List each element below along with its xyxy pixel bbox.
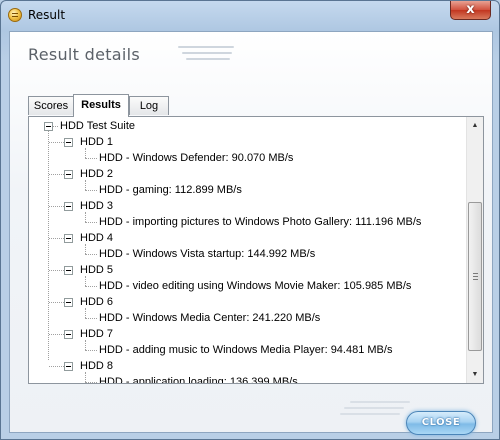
tree-result-node[interactable]: HDD - importing pictures to Windows Phot… (99, 214, 421, 230)
header-decoration (178, 46, 238, 68)
result-window: Result x Result details Scores Results L… (0, 0, 500, 440)
collapse-icon[interactable] (64, 170, 73, 179)
collapse-icon[interactable] (64, 138, 73, 147)
tree-result-node[interactable]: HDD - video editing using Windows Movie … (99, 278, 411, 294)
footer-decoration (340, 397, 410, 427)
tab-log[interactable]: Log (129, 96, 169, 115)
grip-icon (473, 273, 478, 280)
window-close-button[interactable]: x (450, 1, 491, 20)
scroll-up-icon[interactable]: ▲ (467, 117, 483, 134)
results-tree-view[interactable]: HDD Test Suite HDD 1 HDD - Windows Defend… (28, 116, 484, 384)
collapse-icon[interactable] (64, 362, 73, 371)
close-icon: x (466, 2, 475, 17)
content-panel: Result details Scores Results Log HDD Te… (9, 31, 493, 435)
vertical-scrollbar[interactable]: ▲ ▼ (466, 117, 483, 383)
tree-result-node[interactable]: HDD - application loading: 136.399 MB/s (99, 374, 298, 383)
tree-root-node[interactable]: HDD Test Suite (60, 118, 135, 134)
tree-result-node[interactable]: HDD - adding music to Windows Media Play… (99, 342, 392, 358)
tree-result-node[interactable]: HDD - Windows Defender: 90.070 MB/s (99, 150, 293, 166)
tab-scores[interactable]: Scores (28, 96, 74, 115)
results-tree: HDD Test Suite HDD 1 HDD - Windows Defend… (29, 117, 467, 383)
page-title: Result details (28, 45, 141, 64)
tab-results[interactable]: Results (73, 94, 129, 117)
close-button[interactable]: CLOSE (406, 411, 476, 435)
collapse-icon[interactable] (64, 234, 73, 243)
collapse-icon[interactable] (64, 266, 73, 275)
window-title: Result (28, 8, 66, 22)
collapse-icon[interactable] (44, 122, 53, 131)
app-icon[interactable] (8, 8, 22, 22)
collapse-icon[interactable] (64, 202, 73, 211)
scroll-thumb[interactable] (468, 202, 482, 351)
collapse-icon[interactable] (64, 330, 73, 339)
collapse-icon[interactable] (64, 298, 73, 307)
tree-result-node[interactable]: HDD - Windows Media Center: 241.220 MB/s (99, 310, 320, 326)
scroll-down-icon[interactable]: ▼ (467, 366, 483, 383)
title-bar[interactable]: Result x (1, 1, 499, 31)
tree-result-node[interactable]: HDD - gaming: 112.899 MB/s (99, 182, 242, 198)
tree-result-node[interactable]: HDD - Windows Vista startup: 144.992 MB/… (99, 246, 315, 262)
